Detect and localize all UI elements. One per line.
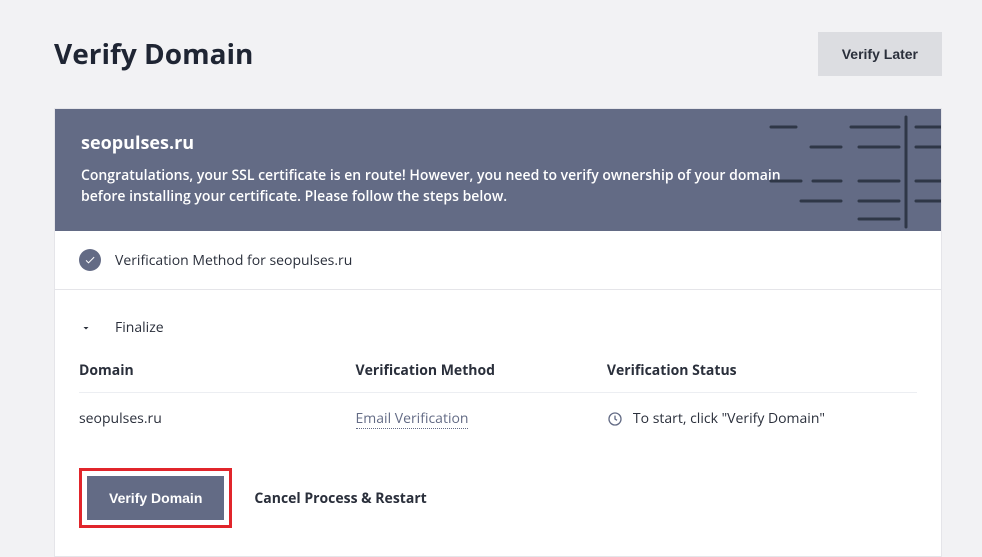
verify-later-button[interactable]: Verify Later [818, 32, 942, 76]
cell-status: To start, click "Verify Domain" [633, 409, 825, 428]
col-status: Verification Status [607, 347, 917, 393]
cancel-process-link[interactable]: Cancel Process & Restart [254, 489, 426, 508]
col-domain: Domain [79, 347, 356, 393]
clock-icon [607, 411, 623, 427]
highlight-box: Verify Domain [79, 468, 232, 528]
step-finalize[interactable]: Finalize [55, 290, 941, 347]
banner-domain: seopulses.ru [81, 131, 915, 155]
page-header: Verify Domain Verify Later [54, 32, 942, 76]
step-method-label: Verification Method for seopulses.ru [115, 251, 352, 270]
table-row: seopulses.ru Email Verification [79, 393, 917, 445]
domain-table: Domain Verification Method Verification … [79, 347, 917, 444]
action-row: Verify Domain Cancel Process & Restart [79, 468, 917, 528]
verify-domain-button[interactable]: Verify Domain [85, 474, 226, 522]
cell-domain: seopulses.ru [79, 393, 356, 445]
chevron-down-icon [79, 321, 93, 335]
step-verification-method[interactable]: Verification Method for seopulses.ru [55, 231, 941, 290]
col-method: Verification Method [356, 347, 607, 393]
verify-card: seopulses.ru Congratulations, your SSL c… [54, 108, 942, 557]
banner-message: Congratulations, your SSL certificate is… [81, 165, 821, 207]
step-finalize-label: Finalize [115, 318, 164, 337]
finalize-panel: Domain Verification Method Verification … [55, 347, 941, 556]
verification-method-link[interactable]: Email Verification [356, 409, 469, 429]
card-banner: seopulses.ru Congratulations, your SSL c… [55, 109, 941, 231]
check-icon [79, 249, 101, 271]
page-title: Verify Domain [54, 35, 253, 73]
